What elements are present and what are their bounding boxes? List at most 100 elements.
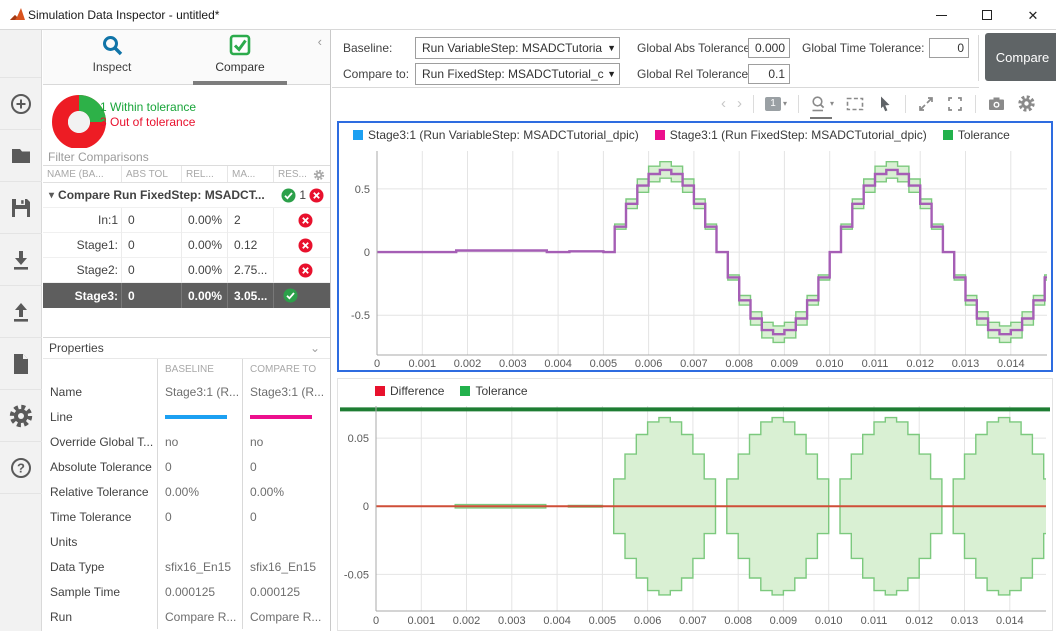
collapse-panel-chevron-icon[interactable]: ‹ xyxy=(318,34,322,49)
legend-swatch xyxy=(655,130,665,140)
compare-line-swatch xyxy=(250,415,312,419)
difference-plot-canvas[interactable]: 00.0010.0020.0030.0040.0050.0060.0070.00… xyxy=(338,403,1052,631)
compare-button[interactable]: Compare xyxy=(985,33,1056,81)
cursor-tool-button[interactable] xyxy=(876,95,894,113)
svg-text:0.002: 0.002 xyxy=(453,615,481,627)
report-icon xyxy=(9,352,33,376)
pass-icon xyxy=(283,288,298,303)
nav-back-icon[interactable]: ‹ xyxy=(721,96,726,111)
global-abs-tolerance-input[interactable]: 0.000 xyxy=(748,38,790,58)
svg-text:0.002: 0.002 xyxy=(454,358,482,370)
tab-strip: Inspect Compare ‹ xyxy=(43,30,330,85)
prop-row-data-type: Data Type sfix16_En15 sfix16_En15 xyxy=(43,554,330,579)
svg-text:0.012: 0.012 xyxy=(905,615,933,627)
global-rel-tolerance-input[interactable]: 0.1 xyxy=(748,64,790,84)
add-run-button[interactable] xyxy=(0,78,42,130)
signal-name: Stage3: xyxy=(43,283,122,308)
tab-inspect[interactable]: Inspect xyxy=(65,34,159,85)
svg-text:0: 0 xyxy=(373,615,379,627)
filter-comparisons-input[interactable]: Filter Comparisons xyxy=(43,148,330,166)
left-panel: Inspect Compare ‹ 1 Within tolerance 3 O… xyxy=(43,30,331,631)
save-button[interactable] xyxy=(0,182,42,234)
global-time-tolerance-input[interactable]: 0 xyxy=(929,38,969,58)
tab-inspect-label: Inspect xyxy=(93,60,132,74)
svg-text:0.001: 0.001 xyxy=(409,358,437,370)
svg-text:0.005: 0.005 xyxy=(590,358,618,370)
properties-header[interactable]: Properties ⌄ xyxy=(43,337,330,359)
svg-text:?: ? xyxy=(17,460,25,475)
difference-plot[interactable]: DifferenceTolerance 00.0010.0020.0030.00… xyxy=(337,378,1053,631)
table-row-in1[interactable]: In:1 0 0.00% 2 xyxy=(43,208,330,233)
table-row-stage2[interactable]: Stage2: 0 0.00% 2.75... xyxy=(43,258,330,283)
export-icon xyxy=(9,300,33,324)
filter-placeholder: Filter Comparisons xyxy=(48,150,149,164)
visualization-settings-button[interactable] xyxy=(1017,94,1036,113)
close-button[interactable]: ✕ xyxy=(1010,0,1056,30)
properties-title: Properties xyxy=(49,341,104,355)
svg-text:0.007: 0.007 xyxy=(680,358,708,370)
help-icon: ? xyxy=(9,456,33,480)
column-settings-gear-icon[interactable] xyxy=(313,169,325,181)
comparison-plot[interactable]: Stage3:1 (Run VariableStep: MSADCTutoria… xyxy=(337,121,1053,372)
baseline-line-swatch xyxy=(165,415,227,419)
legend-item: Difference xyxy=(375,384,444,398)
comparison-result-donut xyxy=(52,95,106,149)
subplot-layout-icon: 1 xyxy=(765,97,781,111)
svg-text:0.003: 0.003 xyxy=(499,358,527,370)
table-row-stage3-selected[interactable]: Stage3: 0 0.00% 3.05... xyxy=(43,283,330,308)
legend-swatch xyxy=(943,130,953,140)
report-button[interactable] xyxy=(0,338,42,390)
minimize-button[interactable] xyxy=(918,0,964,30)
group-row-label: Compare Run FixedStep: MSADCT... xyxy=(58,188,265,202)
comparison-plot-legend: Stage3:1 (Run VariableStep: MSADCTutoria… xyxy=(339,123,1051,147)
properties-column-headers: BASELINE COMPARE TO xyxy=(43,359,330,379)
fit-to-view-button[interactable] xyxy=(845,95,865,113)
pass-icon xyxy=(281,188,296,203)
svg-text:0.013: 0.013 xyxy=(951,615,979,627)
svg-text:0.003: 0.003 xyxy=(498,615,526,627)
comparison-table-header[interactable]: NAME (BA... ABS TOL REL... MA... RES... xyxy=(43,166,330,183)
baseline-column-header: BASELINE xyxy=(157,359,242,379)
nav-forward-icon[interactable]: › xyxy=(737,96,742,111)
fail-icon xyxy=(298,263,313,278)
fullscreen-button[interactable] xyxy=(946,95,964,113)
comparison-plot-canvas[interactable]: 00.0010.0020.0030.0040.0050.0060.0070.00… xyxy=(339,147,1051,370)
tab-compare[interactable]: Compare xyxy=(193,34,287,85)
svg-text:0.001: 0.001 xyxy=(408,615,436,627)
compare-to-column-header: COMPARE TO xyxy=(242,359,330,379)
chevron-down-icon[interactable]: ⌄ xyxy=(310,341,320,355)
fail-icon xyxy=(298,213,313,228)
global-time-tolerance-label: Global Time Tolerance: xyxy=(802,41,925,55)
prop-row-override: Override Global T... no no xyxy=(43,429,330,454)
legend-swatch xyxy=(353,130,363,140)
compare-to-run-dropdown[interactable]: Run FixedStep: MSADCTutorial_c ▼ xyxy=(415,63,620,85)
pointer-cursor-icon xyxy=(876,95,894,113)
legend-item: Tolerance xyxy=(943,128,1010,142)
table-row-stage1[interactable]: Stage1: 0 0.00% 0.12 xyxy=(43,233,330,258)
prop-row-line: Line xyxy=(43,404,330,429)
compare-run-group-row[interactable]: ▾ Compare Run FixedStep: MSADCT... 1 xyxy=(43,183,330,208)
zoom-in-time-icon xyxy=(810,95,828,113)
subplot-layout-button[interactable]: 1 ▾ xyxy=(765,97,787,111)
svg-text:-0.05: -0.05 xyxy=(344,569,369,581)
zoom-in-time-button[interactable]: ▾ xyxy=(810,95,834,113)
snapshot-button[interactable] xyxy=(987,95,1006,113)
open-button[interactable] xyxy=(0,130,42,182)
expand-arrow-icon[interactable]: ▾ xyxy=(49,190,54,201)
fit-to-view-icon xyxy=(845,95,865,113)
group-pass-count: 1 xyxy=(299,188,306,202)
window-title: Simulation Data Inspector - untitled* xyxy=(28,8,219,22)
help-button[interactable]: ? xyxy=(0,442,42,494)
legend-item: Stage3:1 (Run FixedStep: MSADCTutorial_d… xyxy=(655,128,927,142)
col-max-diff: MA... xyxy=(228,166,274,182)
export-button[interactable] xyxy=(0,286,42,338)
gear-icon xyxy=(1017,94,1036,113)
import-button[interactable] xyxy=(0,234,42,286)
baseline-run-dropdown[interactable]: Run VariableStep: MSADCTutoria ▼ xyxy=(415,37,620,59)
svg-text:0: 0 xyxy=(364,247,370,259)
preferences-button[interactable] xyxy=(0,390,42,442)
maximize-button[interactable] xyxy=(964,0,1010,30)
expand-button[interactable] xyxy=(917,95,935,113)
col-abs-tol: ABS TOL xyxy=(122,166,182,182)
legend-label: Stage3:1 (Run FixedStep: MSADCTutorial_d… xyxy=(670,128,927,142)
